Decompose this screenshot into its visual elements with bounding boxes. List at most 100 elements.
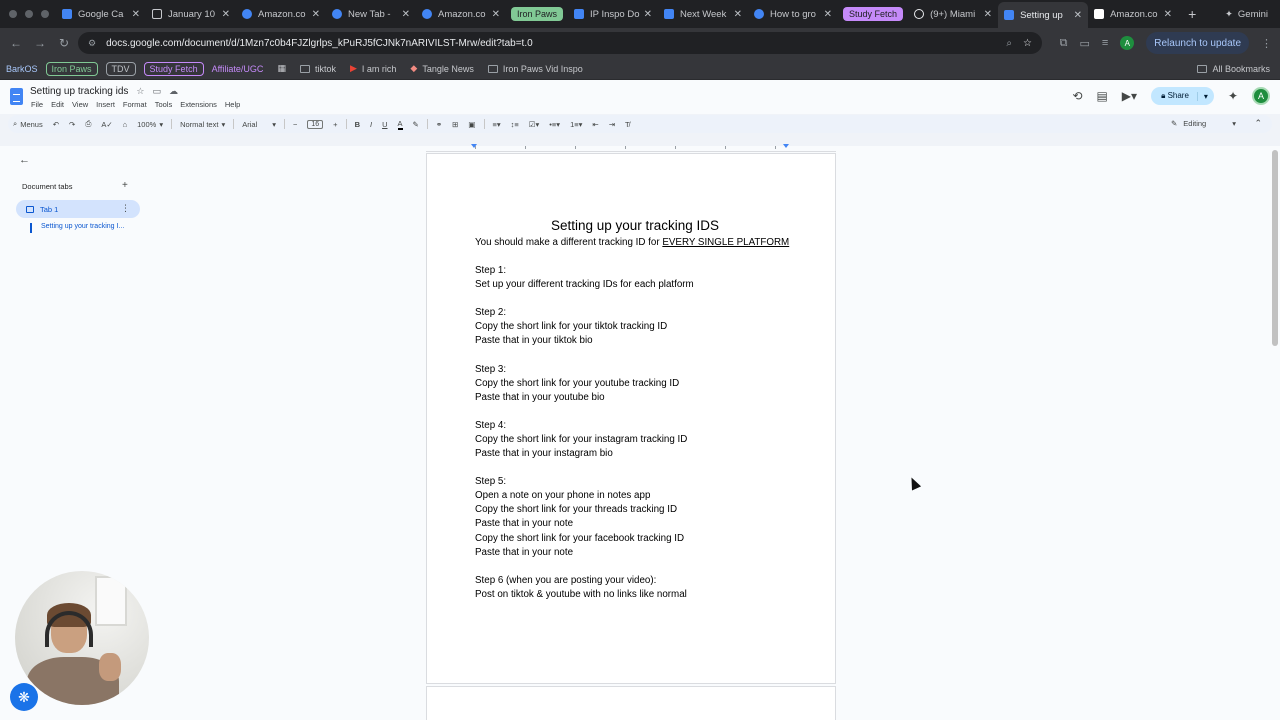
bookmark-group-iron-paws[interactable]: Iron Paws [45,61,98,76]
step-3[interactable]: Step 3: Copy the short link for your you… [475,363,795,405]
comment-icon[interactable]: ▤ [1096,89,1107,103]
insert-image-icon[interactable]: ▣ [468,120,475,129]
gemini-button[interactable]: ✦ Gemini [1219,6,1274,22]
horizontal-ruler[interactable] [426,144,836,152]
url-text[interactable]: docs.google.com/document/d/1Mzn7c0b4FJZl… [106,38,533,49]
bullet-list-icon[interactable]: •≡▾ [549,120,560,129]
browser-tab[interactable]: Google Ca ✕ [56,2,146,26]
scrollbar-thumb[interactable] [1272,150,1278,346]
meet-icon[interactable]: ▶▾ [1122,89,1137,103]
document-paragraph[interactable]: You should make a different tracking ID … [475,236,795,250]
bookmark-folder[interactable]: Iron Paws Vid Inspo [487,64,583,74]
indent-marker[interactable] [783,144,789,148]
text-color-icon[interactable]: A [397,119,403,130]
decrease-indent-icon[interactable]: ⇤ [592,120,598,129]
print-icon[interactable]: ⎙ [85,119,91,129]
browser-tab[interactable]: Amazon.co ✕ [236,2,326,26]
profile-avatar[interactable]: A [1120,36,1135,50]
bookmark-affiliate-ugc[interactable]: Affiliate/UGC [212,64,264,74]
document-page[interactable]: Setting up your tracking IDS You should … [426,153,836,684]
menu-format[interactable]: Format [123,100,147,109]
document-page-2[interactable] [426,686,836,720]
add-tab-icon[interactable]: + [122,180,128,191]
browser-tab[interactable]: Amazon.co ✕ [1088,2,1178,26]
webcam-overlay[interactable] [15,571,149,705]
history-icon[interactable]: ⟲ [1072,89,1082,103]
browser-tab[interactable]: (9+) Miami ✕ [908,2,998,26]
menu-file[interactable]: File [31,100,43,109]
reading-list-icon[interactable]: ≡ [1102,37,1108,49]
undo-icon[interactable]: ↶ [53,120,59,129]
reload-icon[interactable]: ↻ [52,36,76,50]
align-icon[interactable]: ≡▾ [493,120,501,129]
menu-extensions[interactable]: Extensions [180,100,217,109]
indent-marker[interactable] [471,144,477,148]
cloud-status-icon[interactable]: ☁ [169,86,178,97]
chevron-up-icon[interactable]: ⌃ [1254,118,1262,129]
close-icon[interactable]: ✕ [492,9,500,20]
bookmark-folder[interactable]: tiktok [299,64,336,74]
close-icon[interactable]: ✕ [402,9,410,20]
menu-help[interactable]: Help [225,100,240,109]
star-icon[interactable]: ☆ [1023,38,1032,49]
redo-icon[interactable]: ↷ [69,120,75,129]
increase-font-icon[interactable]: + [333,120,337,129]
share-button[interactable]: 🔒︎ Share ▾ [1151,87,1214,105]
forward-icon[interactable]: → [28,36,52,50]
document-heading[interactable]: Setting up your tracking IDS [475,216,795,236]
browser-tab[interactable]: January 10 ✕ [146,2,236,26]
zoom-icon[interactable]: ⌕ [1006,38,1012,49]
search-menus[interactable]: ⌕ Menus [13,119,43,129]
browser-tab[interactable]: How to gro ✕ [748,2,838,26]
clear-formatting-icon[interactable]: T̸ [625,120,630,129]
decrease-font-icon[interactable]: − [293,120,297,129]
close-icon[interactable]: ✕ [734,9,742,20]
outline-heading-item[interactable]: Setting up your tracking I... [30,223,124,233]
back-icon[interactable]: ← [4,36,28,50]
tab-group-iron-paws[interactable]: Iron Paws [511,7,564,21]
apps-grid-icon[interactable]: ▦ [277,63,286,74]
step-6[interactable]: Step 6 (when you are posting your video)… [475,574,795,602]
step-2[interactable]: Step 2: Copy the short link for your tik… [475,306,795,348]
tab-group-study-fetch[interactable]: Study Fetch [843,7,904,21]
italic-icon[interactable]: I [370,120,372,129]
style-select[interactable]: Normal text ▾ [180,120,225,129]
close-icon[interactable]: ✕ [984,9,992,20]
window-controls[interactable] [0,10,56,18]
close-outline-icon[interactable]: ← [19,154,30,166]
site-info-icon[interactable]: ⚙ [88,38,96,49]
more-vert-icon[interactable]: ⋮ [121,203,130,214]
menu-edit[interactable]: Edit [51,100,64,109]
line-spacing-icon[interactable]: ↕≡ [511,120,519,129]
bookmark-folder[interactable]: ▶ I am rich [350,63,396,74]
bookmark-group-tdv[interactable]: TDV [105,61,136,76]
bookmark-barkos[interactable]: BarkOS [6,64,38,74]
close-icon[interactable]: ✕ [132,9,140,20]
all-bookmarks[interactable]: All Bookmarks [1197,64,1270,74]
chevron-down-icon[interactable]: ▾ [1196,91,1214,101]
document-tab-1[interactable]: Tab 1 ⋮ [16,200,140,218]
highlight-icon[interactable]: ✎ [413,120,419,129]
link-icon[interactable]: ⚭ [436,120,442,129]
camera-settings-icon[interactable]: ❋ [10,683,38,711]
gemini-sparkle-icon[interactable]: ✦ [1228,89,1238,103]
menu-insert[interactable]: Insert [96,100,115,109]
close-icon[interactable]: ✕ [824,9,832,20]
account-avatar[interactable]: A [1252,87,1270,105]
close-icon[interactable]: ✕ [312,9,320,20]
menu-view[interactable]: View [72,100,88,109]
new-tab-button[interactable]: + [1178,6,1206,22]
close-icon[interactable]: ✕ [1074,10,1082,21]
close-icon[interactable]: ✕ [222,9,230,20]
numbered-list-icon[interactable]: 1≡▾ [570,120,582,129]
relaunch-button[interactable]: Relaunch to update [1146,32,1249,54]
move-folder-icon[interactable]: ▭ [152,86,161,97]
font-size-input[interactable]: 16 [307,119,324,129]
bold-icon[interactable]: B [355,120,360,129]
zoom-select[interactable]: 100% ▾ [137,120,163,129]
browser-tab-active[interactable]: Setting up ✕ [998,2,1089,28]
menu-tools[interactable]: Tools [155,100,173,109]
increase-indent-icon[interactable]: ⇥ [609,120,615,129]
close-icon[interactable]: ✕ [1164,9,1172,20]
editing-mode-select[interactable]: ✎ Editing ▾ [1171,119,1236,128]
